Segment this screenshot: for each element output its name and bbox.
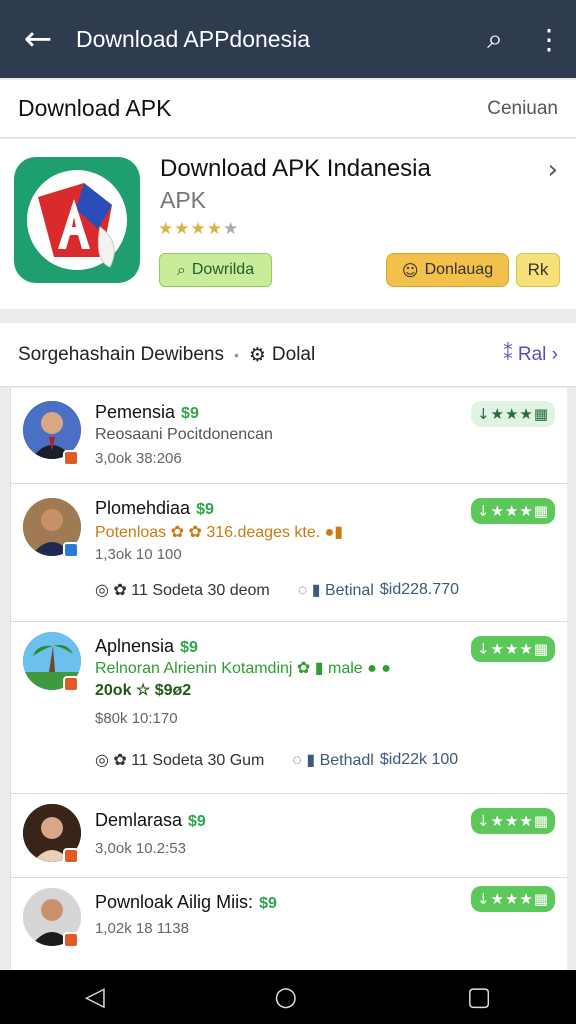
nav-home-icon[interactable]: ○ xyxy=(274,982,297,1012)
item-subtitle: Potenloas ✿ ✿ 316.deages kte. ●▮ xyxy=(95,524,344,541)
item-title: Demlarasa $9 xyxy=(95,810,206,831)
nav-recents-icon[interactable]: ▢ xyxy=(467,982,492,1012)
item-title: Aplnensia $9 xyxy=(95,636,198,657)
download-alt-label: Donlauag xyxy=(424,261,494,278)
rating-stars: ★★★★★ xyxy=(158,219,239,239)
item-name: Plomehdiaa xyxy=(95,498,191,518)
item-subtitle: Relnoran Alrienin Kotamdinj ✿ ▮ male ● ● xyxy=(95,660,391,677)
rating-pill[interactable]: ↓★★★▦ xyxy=(471,808,555,834)
app-bar-title: Download APPdonesia xyxy=(76,25,310,52)
list-item[interactable]: Pemensia $9 Reosaani Pocitdonencan 3,0ok … xyxy=(11,388,567,484)
filter-separator: • xyxy=(233,346,239,363)
filter-label[interactable]: Sorgehashain Dewibens xyxy=(18,344,224,366)
app-logo-icon xyxy=(14,157,140,283)
item-subtitle: Reosaani Pocitdonencan xyxy=(95,426,273,443)
list-item[interactable]: Pownloak Ailig Miis: $9 1,02k 18 1138 ↓★★… xyxy=(11,878,567,970)
item-title: Pemensia $9 xyxy=(95,402,199,423)
status-badge xyxy=(63,542,79,558)
rating-pill[interactable]: ↓★★★▦ xyxy=(471,401,555,427)
status-badge xyxy=(63,932,79,948)
item-tag: $9 xyxy=(196,501,214,518)
apk-list: Pemensia $9 Reosaani Pocitdonencan 3,0ok … xyxy=(10,388,567,970)
item-tag: $9 xyxy=(188,813,206,830)
status-stat: ◌ ▮ Betinal xyxy=(297,582,374,599)
rating-star-empty: ★ xyxy=(222,219,240,239)
section-header: Download APK Ceniuan xyxy=(0,80,576,138)
item-tag: $9 xyxy=(180,639,198,656)
downloads-stat: ◎ ✿ 11 Sodeta 30 Gum xyxy=(95,752,265,769)
item-name: Pownloak Ailig Miis: xyxy=(95,892,254,912)
nav-back-icon[interactable]: ◁ xyxy=(85,982,105,1012)
price-stat: $id228.770 xyxy=(379,581,460,598)
download-button-label: Dowrilda xyxy=(191,261,255,278)
download-button[interactable]: ⌕ Dowrilda xyxy=(159,253,272,287)
status-badge xyxy=(63,450,79,466)
item-meta: 3,0ok 10.2:53 xyxy=(95,840,186,857)
item-name: Pemensia xyxy=(95,402,176,422)
back-arrow-icon[interactable]: ← xyxy=(0,19,76,59)
list-item[interactable]: Plomehdiaa $9 Potenloas ✿ ✿ 316.deages kt… xyxy=(11,484,567,622)
app-card[interactable]: Download APK Indanesia APK ★★★★★ › ⌕ Dow… xyxy=(0,139,576,309)
top-app-bar: ← Download APPdonesia ⌕ ⋮ xyxy=(0,0,576,78)
item-meta: 1,3ok 10 100 xyxy=(95,546,182,563)
price-stat: $id22k 100 xyxy=(379,751,459,768)
item-meta: $80k 10:170 xyxy=(95,710,178,727)
face-icon: ☺ xyxy=(401,260,419,280)
item-stats: ◎ ✿ 11 Sodeta 30 deom ◌ ▮ Betinal $id228… xyxy=(95,580,459,600)
chevron-right-icon[interactable]: › xyxy=(548,155,558,185)
list-item[interactable]: Demlarasa $9 3,0ok 10.2:53 ↓★★★▦ xyxy=(11,794,567,878)
item-meta: 3,0ok 38:206 xyxy=(95,450,182,467)
item-title: Plomehdiaa $9 xyxy=(95,498,214,519)
rating-pill[interactable]: ↓★★★▦ xyxy=(471,886,555,912)
download-alt-button[interactable]: ☺ Donlauag xyxy=(386,253,509,287)
rating-pill[interactable]: ↓★★★▦ xyxy=(471,498,555,524)
item-tag: $9 xyxy=(181,405,199,422)
item-meta: 1,02k 18 1138 xyxy=(95,920,189,937)
search-icon: ⌕ xyxy=(176,260,186,279)
status-badge xyxy=(63,848,79,864)
app-name: Download APK Indanesia xyxy=(160,155,431,182)
rating-pill[interactable]: ↓★★★▦ xyxy=(471,636,555,662)
filter-bar: Sorgehashain Dewibens • ⚙ Dolal ⁑ Ral › xyxy=(0,323,576,387)
rk-button[interactable]: Rk xyxy=(516,253,560,287)
status-stat: ◌ ▮ Bethadl xyxy=(292,752,374,769)
section-link[interactable]: Ceniuan xyxy=(487,98,558,120)
item-subtitle-2: 20ok ☆ $9ø2 xyxy=(95,682,192,699)
item-name: Demlarasa xyxy=(95,810,183,830)
system-nav-bar: ◁ ○ ▢ xyxy=(0,970,576,1024)
filter-right-link[interactable]: ⁑ Ral › xyxy=(503,343,558,366)
status-badge xyxy=(63,676,79,692)
item-title: Pownloak Ailig Miis: $9 xyxy=(95,892,277,913)
app-subtitle: APK xyxy=(160,187,207,213)
list-item[interactable]: Aplnensia $9 Relnoran Alrienin Kotamdinj … xyxy=(11,622,567,794)
filter-detail-label: Dolal xyxy=(271,343,316,365)
item-stats: ◎ ✿ 11 Sodeta 30 Gum ◌ ▮ Bethadl $id22k … xyxy=(95,750,458,770)
section-title: Download APK xyxy=(18,95,172,121)
more-vert-icon[interactable]: ⋮ xyxy=(522,23,576,56)
gear-icon: ⚙ xyxy=(248,343,266,366)
downloads-stat: ◎ ✿ 11 Sodeta 30 deom xyxy=(95,582,270,599)
item-name: Aplnensia xyxy=(95,636,175,656)
rating-stars-filled: ★★★★ xyxy=(158,219,223,239)
item-tag: $9 xyxy=(259,895,277,912)
app-screen: ← Download APPdonesia ⌕ ⋮ Download APK C… xyxy=(0,0,576,1024)
filter-detail[interactable]: ⚙ Dolal xyxy=(249,344,315,366)
search-icon[interactable]: ⌕ xyxy=(468,22,522,56)
